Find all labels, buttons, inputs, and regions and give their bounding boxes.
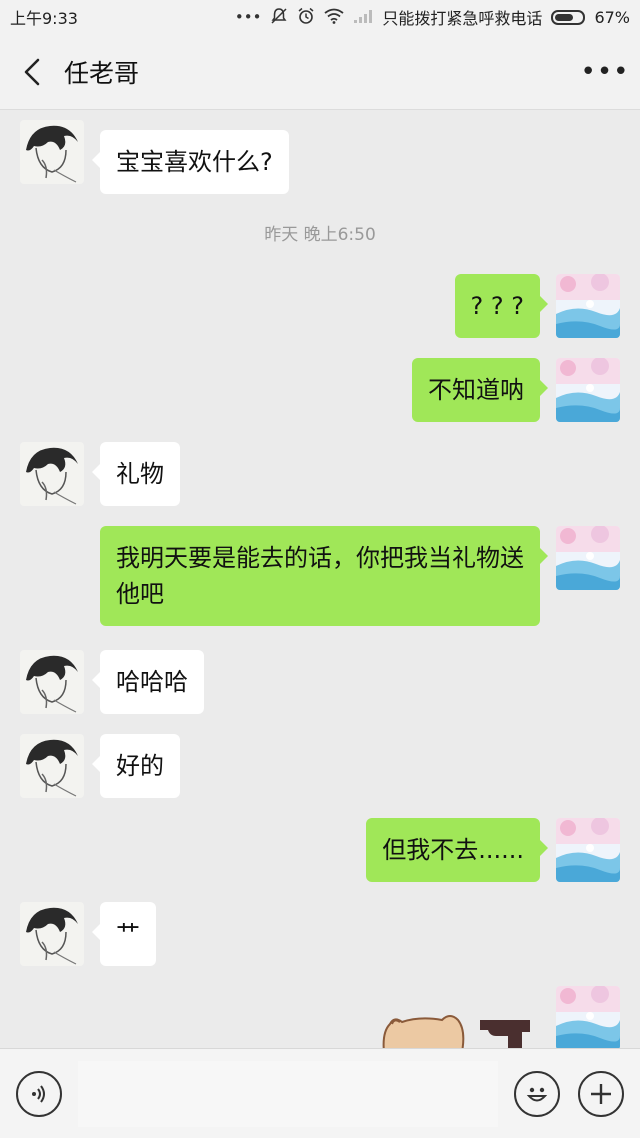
contact-avatar[interactable]	[20, 734, 84, 798]
voice-icon	[32, 1085, 45, 1103]
battery-percent: 67%	[594, 7, 630, 27]
status-bar: 上午9:33 ••• 只能拨打紧急呼救电话 67%	[0, 0, 640, 34]
received-bubble[interactable]: 艹	[92, 902, 156, 966]
my-avatar[interactable]	[556, 526, 620, 590]
input-bar	[0, 1048, 640, 1138]
sticker-image[interactable]	[380, 1012, 540, 1048]
more-button[interactable]: •••	[570, 34, 640, 110]
plus-button[interactable]	[578, 1071, 624, 1117]
emoji-icon	[526, 1087, 548, 1102]
timestamp: 昨天 晚上6:50	[264, 225, 376, 245]
contact-avatar[interactable]	[20, 120, 84, 184]
signal-icon	[353, 8, 373, 27]
chat-header: 任老哥 •••	[0, 34, 640, 110]
battery-icon	[551, 9, 586, 25]
notification-dots-icon: •••	[234, 8, 262, 26]
wifi-icon	[324, 8, 344, 27]
sent-bubble[interactable]: 不知道呐	[412, 358, 548, 422]
my-avatar[interactable]	[556, 818, 620, 882]
received-bubble[interactable]: 哈哈哈	[92, 650, 204, 714]
message-input[interactable]	[78, 1061, 498, 1127]
chevron-left-icon	[24, 58, 40, 85]
sent-bubble[interactable]: ? ? ?	[454, 274, 549, 338]
sent-bubble[interactable]: 我明天要是能去的话，你把我当礼物送他吧	[100, 526, 548, 626]
my-avatar[interactable]	[556, 358, 620, 422]
sent-bubble[interactable]: 但我不去......	[366, 818, 548, 882]
my-avatar[interactable]	[556, 986, 620, 1048]
my-avatar[interactable]	[556, 274, 620, 338]
emoji-button[interactable]	[514, 1071, 560, 1117]
mute-bell-icon	[270, 7, 288, 28]
chat-messages[interactable]: 宝宝喜欢什么? 昨天 晚上6:50 ? ? ? 不知道呐 礼物 我明天要是能去的…	[0, 110, 640, 1048]
carrier-text: 只能拨打紧急呼救电话	[382, 9, 543, 28]
received-bubble[interactable]: 好的	[92, 734, 180, 798]
contact-avatar[interactable]	[20, 650, 84, 714]
plus-icon	[591, 1084, 611, 1104]
alarm-icon	[297, 7, 315, 28]
status-icons: ••• 只能拨打紧急呼救电话 67%	[235, 5, 630, 29]
received-bubble[interactable]: 礼物	[92, 442, 180, 506]
voice-button[interactable]	[16, 1071, 62, 1117]
battery-level	[555, 13, 573, 21]
contact-name: 任老哥	[64, 58, 140, 88]
status-time: 上午9:33	[10, 9, 78, 28]
contact-avatar[interactable]	[20, 442, 84, 506]
received-bubble[interactable]: 宝宝喜欢什么?	[92, 130, 289, 194]
contact-avatar[interactable]	[20, 902, 84, 966]
more-dots-icon: •••	[580, 56, 630, 87]
back-button[interactable]	[0, 34, 64, 110]
